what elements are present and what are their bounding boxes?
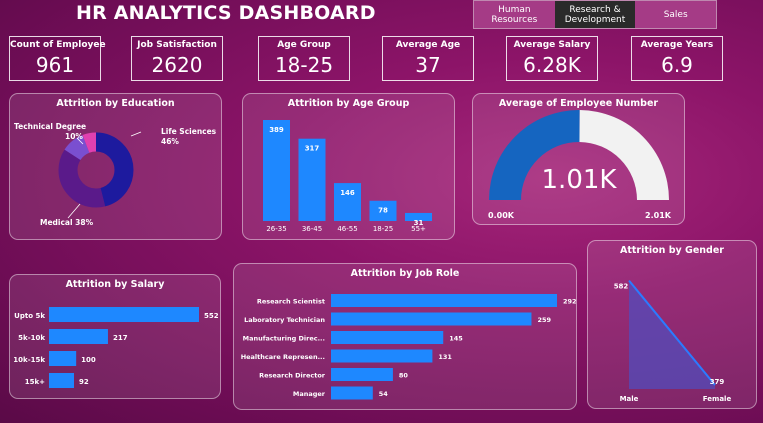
data-label: 131 — [438, 353, 452, 361]
data-label: Life Sciences — [161, 127, 217, 136]
data-label: 292 — [563, 298, 577, 306]
education-panel: Attrition by Education Life Sciences 46% M… — [9, 93, 222, 240]
data-label: 317 — [305, 145, 320, 153]
kpi-value: 6.9 — [661, 53, 693, 77]
salary-panel: Attrition by Salary Upto 5k 552 5k-10k 217 1… — [9, 274, 221, 399]
data-label: 146 — [340, 189, 355, 197]
tick-label: 26-35 — [266, 225, 286, 233]
gauge-min-label: 0.00K — [488, 211, 515, 220]
bar — [331, 368, 393, 381]
tick-label: Upto 5k — [14, 312, 45, 320]
data-label: 145 — [449, 335, 463, 343]
data-label: 92 — [79, 378, 89, 386]
kpi-label: Average Years — [640, 40, 714, 50]
kpi-value: 18-25 — [274, 53, 334, 77]
leader-line — [130, 131, 142, 137]
bar — [331, 294, 557, 307]
gender-area-chart: 582 379 Male Female — [614, 279, 732, 403]
bar — [331, 312, 532, 326]
bar — [263, 120, 290, 221]
tab-research-development[interactable]: Research & Development — [554, 1, 636, 28]
data-label: 259 — [537, 316, 551, 324]
tick-label: Research Director — [259, 372, 326, 380]
page-title: HR ANALYTICS DASHBOARD — [76, 2, 376, 24]
kpi-count-of-employee: Count of Employee 961 — [9, 36, 106, 81]
kpi-age-group: Age Group 18-25 — [258, 36, 350, 81]
kpi-label: Job Satisfaction — [137, 40, 217, 50]
tick-label: Laboratory Technician — [244, 316, 325, 324]
gauge-value: 1.01K — [542, 165, 618, 195]
employee-number-panel: Average of Employee Number 1.01K 0.00K 2.0… — [472, 93, 685, 225]
salary-bar-chart: Upto 5k 552 5k-10k 217 10k-15k 100 15k+ 92 — [13, 307, 219, 388]
bar — [49, 329, 108, 344]
tick-label: Male — [620, 395, 639, 403]
tick-label: 15k+ — [25, 378, 45, 386]
tab-human-resources[interactable]: Human Resources — [474, 1, 555, 28]
kpi-average-years: Average Years 6.9 — [631, 36, 723, 81]
bar — [49, 373, 74, 388]
age-group-panel: Attrition by Age Group 389 26-35 317 36-45 1… — [242, 93, 455, 240]
bar — [331, 349, 433, 363]
education-donut-chart: Life Sciences46% Medical 38% Technical Deg… — [14, 122, 217, 227]
gender-panel: Attrition by Gender 582 379 Male Female — [587, 240, 757, 409]
data-label: Medical 38% — [40, 218, 94, 227]
department-tabs: Human Resources Research & Development S… — [473, 0, 717, 29]
tick-label: Female — [703, 395, 732, 403]
data-label: 389 — [269, 126, 284, 134]
tick-label: Manager — [293, 390, 326, 398]
kpi-average-age: Average Age 37 — [382, 36, 474, 81]
bar — [331, 386, 373, 400]
data-label: 80 — [399, 372, 409, 380]
tick-label: Manufacturing Direc... — [243, 335, 325, 343]
data-label: 78 — [378, 207, 388, 215]
data-label: 217 — [113, 334, 128, 342]
tick-label: 10k-15k — [13, 356, 45, 364]
data-label: 379 — [710, 378, 725, 386]
leader-line — [67, 203, 81, 219]
kpi-average-salary: Average Salary 6.28K — [506, 36, 598, 81]
bar — [49, 351, 77, 366]
data-label: 582 — [614, 283, 629, 291]
kpi-value: 2620 — [151, 53, 203, 77]
tick-label: 46-55 — [337, 225, 357, 233]
data-label: 46% — [161, 137, 179, 146]
data-label: 100 — [81, 356, 96, 364]
age-group-bar-chart: 38926-3531736-4514646-557818-253155+ — [263, 120, 432, 233]
tick-label: Healthcare Represen... — [241, 353, 325, 361]
kpi-label: Average Age — [395, 40, 461, 50]
kpi-job-satisfaction: Job Satisfaction 2620 — [131, 36, 223, 81]
tick-label: Research Scientist — [257, 298, 325, 306]
tick-label: 36-45 — [302, 225, 322, 233]
employee-number-gauge: 1.01K 0.00K 2.01K — [488, 110, 672, 220]
data-label: 10% — [65, 132, 83, 141]
kpi-value: 37 — [415, 53, 441, 77]
job-role-panel: Attrition by Job Role Research Scientist… — [233, 263, 577, 410]
kpi-value: 961 — [35, 53, 75, 77]
bar — [331, 331, 444, 344]
kpi-label: Average Salary — [513, 40, 591, 50]
kpi-value: 6.28K — [523, 53, 581, 77]
bar — [49, 307, 199, 322]
kpi-label: Count of Employee — [10, 40, 106, 50]
tick-label: 55+ — [411, 225, 426, 233]
data-label: 552 — [204, 312, 219, 320]
gauge-max-label: 2.01K — [645, 211, 672, 220]
tick-label: 5k-10k — [18, 334, 45, 342]
kpi-label: Age Group — [277, 40, 331, 50]
data-label: Technical Degree — [14, 122, 86, 131]
tick-label: 18-25 — [373, 225, 393, 233]
tab-sales[interactable]: Sales — [635, 1, 717, 28]
data-label: 54 — [379, 390, 389, 398]
job-role-bar-chart: Research Scientist 292 Laboratory Technici… — [241, 294, 577, 400]
